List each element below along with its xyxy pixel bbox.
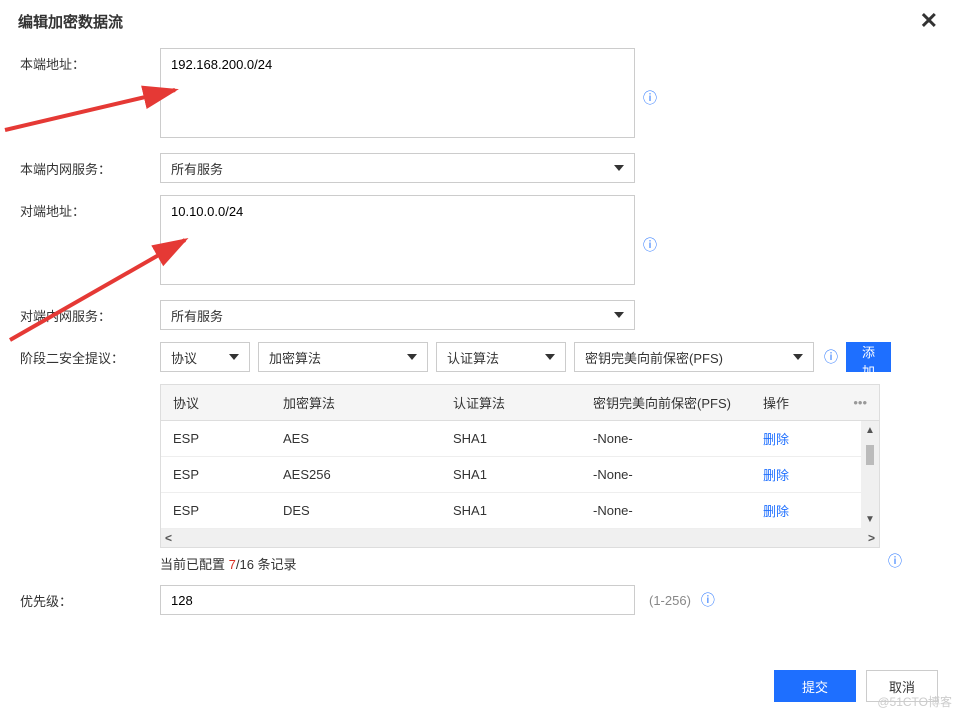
vertical-scrollbar[interactable]: ▲ ▼ — [861, 421, 879, 529]
info-icon[interactable]: ⓘ — [643, 88, 657, 108]
chevron-down-icon — [407, 354, 417, 360]
chevron-down-icon — [614, 312, 624, 318]
info-icon[interactable]: ⓘ — [824, 347, 838, 367]
table-row: ESPAES256SHA1-None- 删除 — [161, 457, 879, 493]
delete-link[interactable]: 删除 — [763, 432, 789, 447]
record-summary: 当前已配置 7/16 条记录 — [160, 554, 880, 573]
table-row: ESPAESSHA1-None- 删除 — [161, 421, 879, 457]
delete-link[interactable]: 删除 — [763, 504, 789, 519]
cell-pfs: -None- — [581, 421, 751, 457]
info-icon[interactable]: ⓘ — [643, 235, 657, 255]
close-icon[interactable]: ✕ — [920, 10, 938, 32]
peer-address-input[interactable]: 10.10.0.0/24 — [160, 195, 635, 285]
cell-encrypt: DES — [271, 493, 441, 529]
pfs-select[interactable]: 密钥完美向前保密(PFS) — [574, 342, 814, 372]
horizontal-scrollbar[interactable]: < > — [161, 529, 879, 547]
table-row: ESPDESSHA1-None- 删除 — [161, 493, 879, 529]
local-address-input[interactable]: 192.168.200.0/24 — [160, 48, 635, 138]
label-local-service: 本端内网服务： — [20, 153, 160, 178]
label-peer-addr: 对端地址： — [20, 195, 160, 220]
label-phase2: 阶段二安全提议： — [20, 342, 160, 367]
scroll-down-icon[interactable]: ▼ — [865, 514, 875, 525]
delete-link[interactable]: 删除 — [763, 468, 789, 483]
th-auth: 认证算法 — [441, 385, 581, 421]
chevron-down-icon — [545, 354, 555, 360]
cell-auth: SHA1 — [441, 493, 581, 529]
auth-select[interactable]: 认证算法 — [436, 342, 566, 372]
cell-protocol: ESP — [161, 493, 271, 529]
dialog-title: 编辑加密数据流 — [18, 11, 123, 32]
pfs-value: 密钥完美向前保密(PFS) — [585, 348, 723, 367]
label-priority: 优先级： — [20, 591, 160, 610]
cell-protocol: ESP — [161, 421, 271, 457]
submit-button[interactable]: 提交 — [774, 670, 856, 702]
cell-pfs: -None- — [581, 457, 751, 493]
peer-service-value: 所有服务 — [171, 306, 223, 325]
cell-encrypt: AES — [271, 421, 441, 457]
chevron-down-icon — [229, 354, 239, 360]
info-icon[interactable]: ⓘ — [701, 590, 715, 610]
phase2-table: 协议 加密算法 认证算法 密钥完美向前保密(PFS) 操作 ••• ESPAES… — [160, 384, 880, 548]
cell-auth: SHA1 — [441, 457, 581, 493]
add-button[interactable]: 添加 — [846, 342, 891, 372]
cell-pfs: -None- — [581, 493, 751, 529]
cell-encrypt: AES256 — [271, 457, 441, 493]
encrypt-select[interactable]: 加密算法 — [258, 342, 428, 372]
label-peer-service: 对端内网服务： — [20, 300, 160, 325]
priority-input[interactable] — [160, 585, 635, 615]
scroll-thumb[interactable] — [866, 445, 874, 465]
th-op: 操作 — [751, 385, 841, 421]
cell-auth: SHA1 — [441, 421, 581, 457]
th-encrypt: 加密算法 — [271, 385, 441, 421]
label-spacer — [20, 384, 160, 390]
th-pfs: 密钥完美向前保密(PFS) — [581, 385, 751, 421]
priority-range-hint: (1-256) — [649, 593, 691, 608]
scroll-right-icon[interactable]: > — [868, 531, 875, 545]
local-service-select[interactable]: 所有服务 — [160, 153, 635, 183]
chevron-down-icon — [793, 354, 803, 360]
scroll-up-icon[interactable]: ▲ — [865, 425, 875, 436]
local-service-value: 所有服务 — [171, 159, 223, 178]
more-icon[interactable]: ••• — [841, 385, 879, 421]
protocol-value: 协议 — [171, 348, 197, 367]
watermark-text: @51CTO博客 — [877, 693, 952, 710]
auth-value: 认证算法 — [447, 348, 499, 367]
encrypt-value: 加密算法 — [269, 348, 321, 367]
info-icon[interactable]: ⓘ — [888, 551, 902, 571]
scroll-left-icon[interactable]: < — [165, 531, 172, 545]
label-local-addr: 本端地址： — [20, 48, 160, 73]
scroll-track[interactable] — [176, 534, 864, 542]
protocol-select[interactable]: 协议 — [160, 342, 250, 372]
th-protocol: 协议 — [161, 385, 271, 421]
peer-service-select[interactable]: 所有服务 — [160, 300, 635, 330]
chevron-down-icon — [614, 165, 624, 171]
cell-protocol: ESP — [161, 457, 271, 493]
